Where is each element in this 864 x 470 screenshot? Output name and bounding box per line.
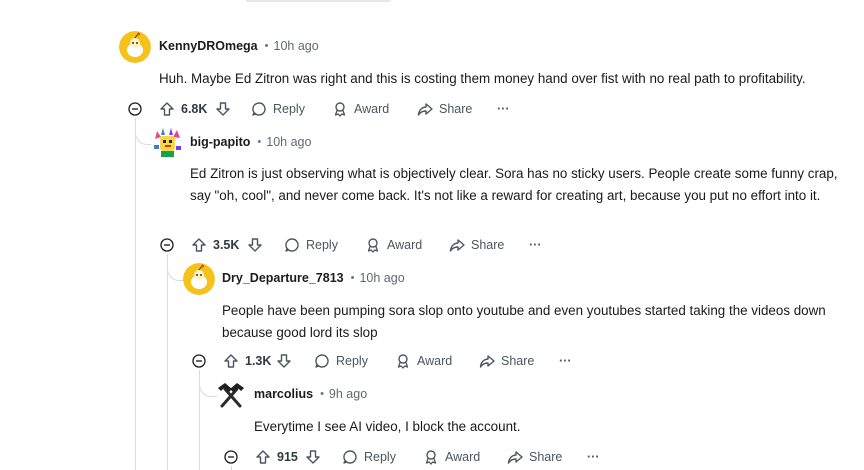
award-button[interactable]: Award bbox=[395, 353, 452, 369]
award-ribbon-icon bbox=[334, 102, 346, 117]
reply-label: Reply bbox=[273, 102, 305, 116]
reply-button[interactable]: Reply bbox=[284, 237, 338, 253]
comment-body: Everytime I see AI video, I block the ac… bbox=[254, 419, 521, 434]
separator-dot: • bbox=[257, 136, 262, 148]
vote-score: 915 bbox=[277, 450, 298, 464]
comment-author[interactable]: marcolius bbox=[254, 387, 313, 401]
downvote-arrow-icon bbox=[248, 238, 262, 252]
collapse-thread-button[interactable] bbox=[192, 354, 206, 368]
top-divider bbox=[246, 0, 390, 2]
comment-body: Ed Zitron is just observing what is obje… bbox=[190, 166, 838, 203]
share-arrow-icon bbox=[507, 451, 523, 464]
share-arrow-icon bbox=[479, 355, 495, 368]
reply-label: Reply bbox=[336, 354, 368, 368]
pixel-creature-avatar-icon[interactable] bbox=[151, 127, 183, 159]
award-label: Award bbox=[387, 238, 423, 252]
downvote-button[interactable] bbox=[247, 237, 263, 253]
upvote-button[interactable]: 915 bbox=[255, 449, 298, 465]
downvote-button[interactable] bbox=[276, 353, 292, 369]
comment-author[interactable]: KennyDROmega bbox=[159, 39, 258, 53]
share-arrow-icon bbox=[449, 239, 465, 252]
collapse-thread-button[interactable] bbox=[128, 102, 142, 116]
speech-bubble-icon bbox=[252, 102, 266, 116]
thread-line[interactable] bbox=[167, 254, 168, 470]
share-button[interactable]: Share bbox=[417, 101, 472, 117]
speech-bubble-icon bbox=[343, 450, 357, 464]
comment-actions: 6.8K Reply Award Share ··· bbox=[127, 97, 547, 121]
vote-score: 1.3K bbox=[245, 354, 272, 368]
share-button[interactable]: Share bbox=[507, 449, 562, 465]
share-label: Share bbox=[471, 238, 505, 252]
separator-dot: • bbox=[350, 272, 355, 284]
award-ribbon-icon bbox=[425, 450, 437, 465]
comment-actions: 3.5K Reply Award Share ··· bbox=[159, 233, 579, 257]
snoo-avatar-icon[interactable] bbox=[119, 31, 151, 63]
downvote-arrow-icon bbox=[306, 450, 320, 464]
share-arrow-icon bbox=[417, 103, 433, 116]
reply-button[interactable]: Reply bbox=[314, 353, 368, 369]
award-button[interactable]: Award bbox=[423, 449, 480, 465]
vote-score: 3.5K bbox=[213, 238, 240, 252]
upvote-arrow-icon bbox=[160, 102, 174, 116]
downvote-arrow-icon bbox=[277, 354, 291, 368]
reply-label: Reply bbox=[364, 450, 396, 464]
separator-dot: • bbox=[264, 40, 269, 52]
comment-timestamp[interactable]: 9h ago bbox=[329, 387, 367, 401]
more-options-button[interactable]: ··· bbox=[559, 354, 572, 368]
speech-bubble-icon bbox=[315, 354, 329, 368]
share-label: Share bbox=[439, 102, 473, 116]
collapse-thread-button[interactable] bbox=[224, 450, 238, 464]
comment-timestamp[interactable]: 10h ago bbox=[266, 135, 311, 149]
comment-body: Huh. Maybe Ed Zitron was right and this … bbox=[159, 71, 806, 86]
award-ribbon-icon bbox=[397, 354, 409, 369]
comment-author[interactable]: big-papito bbox=[190, 135, 250, 149]
upvote-button[interactable]: 6.8K bbox=[159, 101, 207, 117]
reply-button[interactable]: Reply bbox=[251, 101, 305, 117]
comment-body: People have been pumping sora slop onto … bbox=[222, 303, 826, 340]
separator-dot: • bbox=[320, 388, 324, 400]
award-label: Award bbox=[417, 354, 453, 368]
reply-label: Reply bbox=[306, 238, 338, 252]
more-options-button[interactable]: ··· bbox=[529, 238, 542, 252]
comment-timestamp[interactable]: 10h ago bbox=[274, 39, 319, 53]
speech-bubble-icon bbox=[285, 238, 299, 252]
crossed-hammers-avatar-icon[interactable] bbox=[215, 379, 247, 411]
thread-line[interactable] bbox=[135, 118, 136, 470]
upvote-arrow-icon bbox=[192, 238, 206, 252]
more-options-button[interactable]: ··· bbox=[587, 450, 600, 464]
award-label: Award bbox=[445, 450, 481, 464]
share-label: Share bbox=[529, 450, 563, 464]
upvote-button[interactable]: 3.5K bbox=[191, 237, 239, 253]
reply-button[interactable]: Reply bbox=[342, 449, 396, 465]
upvote-button[interactable]: 1.3K bbox=[223, 353, 271, 369]
downvote-button[interactable] bbox=[215, 101, 231, 117]
award-label: Award bbox=[354, 102, 390, 116]
comment-author[interactable]: Dry_Departure_7813 bbox=[222, 271, 344, 285]
downvote-arrow-icon bbox=[216, 102, 230, 116]
vote-score: 6.8K bbox=[181, 102, 208, 116]
share-button[interactable]: Share bbox=[479, 353, 534, 369]
upvote-arrow-icon bbox=[224, 354, 238, 368]
downvote-button[interactable] bbox=[305, 449, 321, 465]
comment-actions: 1.3K Reply Award Share ··· bbox=[191, 349, 611, 373]
comment-timestamp[interactable]: 10h ago bbox=[359, 271, 404, 285]
award-button[interactable]: Award bbox=[332, 101, 389, 117]
share-label: Share bbox=[501, 354, 535, 368]
upvote-arrow-icon bbox=[256, 450, 270, 464]
share-button[interactable]: Share bbox=[449, 237, 504, 253]
comment-actions: 915 Reply Award Share ··· bbox=[223, 445, 643, 469]
award-button[interactable]: Award bbox=[365, 237, 422, 253]
more-options-button[interactable]: ··· bbox=[497, 102, 510, 116]
award-ribbon-icon bbox=[367, 238, 379, 253]
collapse-thread-button[interactable] bbox=[160, 238, 174, 252]
snoo-avatar-icon[interactable] bbox=[183, 263, 215, 295]
